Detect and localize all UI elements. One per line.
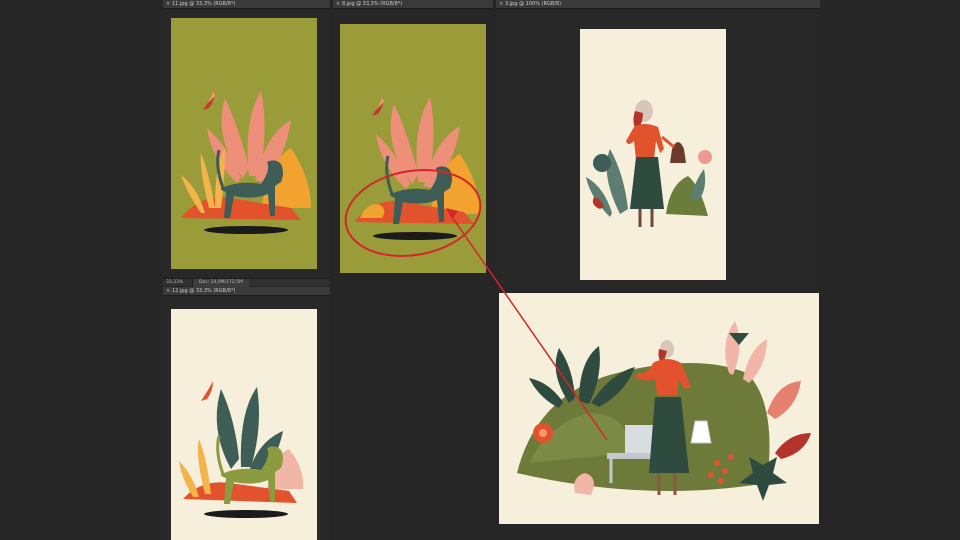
zoom-level[interactable]: 33,33% (163, 280, 192, 285)
artwork-dog-cream-background (171, 309, 317, 540)
document-tab-title: 11.jpg @ 33,3% (RGB/8*) (172, 1, 236, 7)
doc-size-info: Doc: 24,9M/172,5M (192, 278, 249, 287)
artwork-woman-handbag (580, 29, 726, 280)
document-window-3[interactable]: × 3.jpg @ 100% (RGB/8) (496, 0, 820, 287)
document-tab-title: 8.jpg @ 33,3% (RGB/8*) (342, 1, 403, 7)
document-window-8[interactable]: × 8.jpg @ 33,3% (RGB/8*) (333, 0, 493, 540)
document-tab-title: 12.jpg @ 33,3% (RGB/8*) (172, 288, 236, 294)
document-tab-11[interactable]: × 11.jpg @ 33,3% (RGB/8*) (163, 0, 330, 9)
document-tab-8[interactable]: × 8.jpg @ 33,3% (RGB/8*) (333, 0, 493, 9)
document-window-12[interactable]: × 12.jpg @ 33,3% (RGB/8*) (163, 287, 330, 540)
artwork-bench-scene (499, 293, 819, 524)
artwork-dog-olive-background (171, 18, 317, 269)
document-window-11[interactable]: × 11.jpg @ 33,3% (RGB/8*) 33,33% Doc: 24… (163, 0, 330, 287)
status-bar: 33,33% Doc: 24,9M/172,5M (163, 278, 330, 287)
artwork-dog-annotated (340, 24, 486, 273)
document-tab-title: 3.jpg @ 100% (RGB/8) (505, 1, 562, 7)
document-tab-3[interactable]: × 3.jpg @ 100% (RGB/8) (496, 0, 820, 9)
document-tab-12[interactable]: × 12.jpg @ 33,3% (RGB/8*) (163, 287, 330, 296)
